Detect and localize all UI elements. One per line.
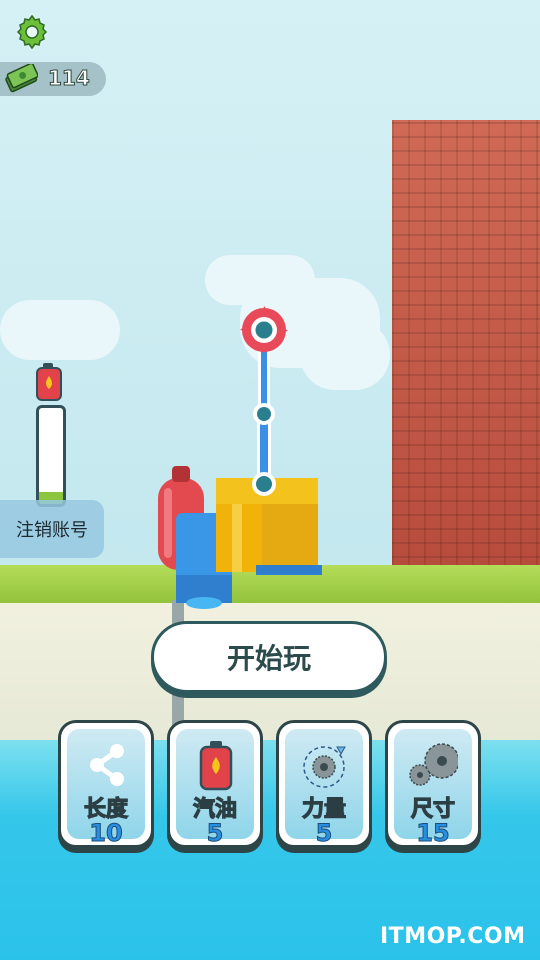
upgrade-value: 15: [416, 819, 450, 848]
fuel-can-icon: [36, 363, 62, 401]
upgrade-length-button[interactable]: 长度 10: [58, 720, 154, 848]
upgrade-panel: 长度 10: [67, 729, 145, 848]
logout-button[interactable]: 注销账号: [0, 500, 104, 558]
fuel-gauge: [36, 405, 66, 507]
cash-value: 114: [48, 66, 91, 91]
cloud: [0, 300, 120, 360]
upgrade-panel: 尺寸 15: [394, 729, 472, 848]
share-nodes-icon: [90, 744, 124, 786]
brick-wall: [392, 120, 540, 572]
upgrade-value: 5: [315, 819, 333, 848]
saw-blade: [240, 306, 288, 354]
cash-icon: [5, 64, 38, 93]
upgrade-fuel-button[interactable]: 汽油 5: [167, 720, 263, 848]
start-play-button[interactable]: 开始玩: [151, 621, 387, 693]
upgrade-panel: 汽油 5: [176, 729, 254, 848]
upgrade-size-button[interactable]: 尺寸 15: [385, 720, 481, 848]
saw-blades-icon: [409, 743, 458, 786]
fuel-can-icon: [199, 741, 233, 791]
upgrade-value: 10: [89, 819, 123, 848]
upgrade-value: 5: [206, 819, 224, 848]
settings-gear-icon[interactable]: [14, 14, 50, 50]
upgrade-panel: 力量 5: [285, 729, 363, 848]
saw-rotate-icon: [303, 746, 346, 788]
watermark: ITMOP.COM: [380, 924, 526, 949]
upgrade-power-button[interactable]: 力量 5: [276, 720, 372, 848]
